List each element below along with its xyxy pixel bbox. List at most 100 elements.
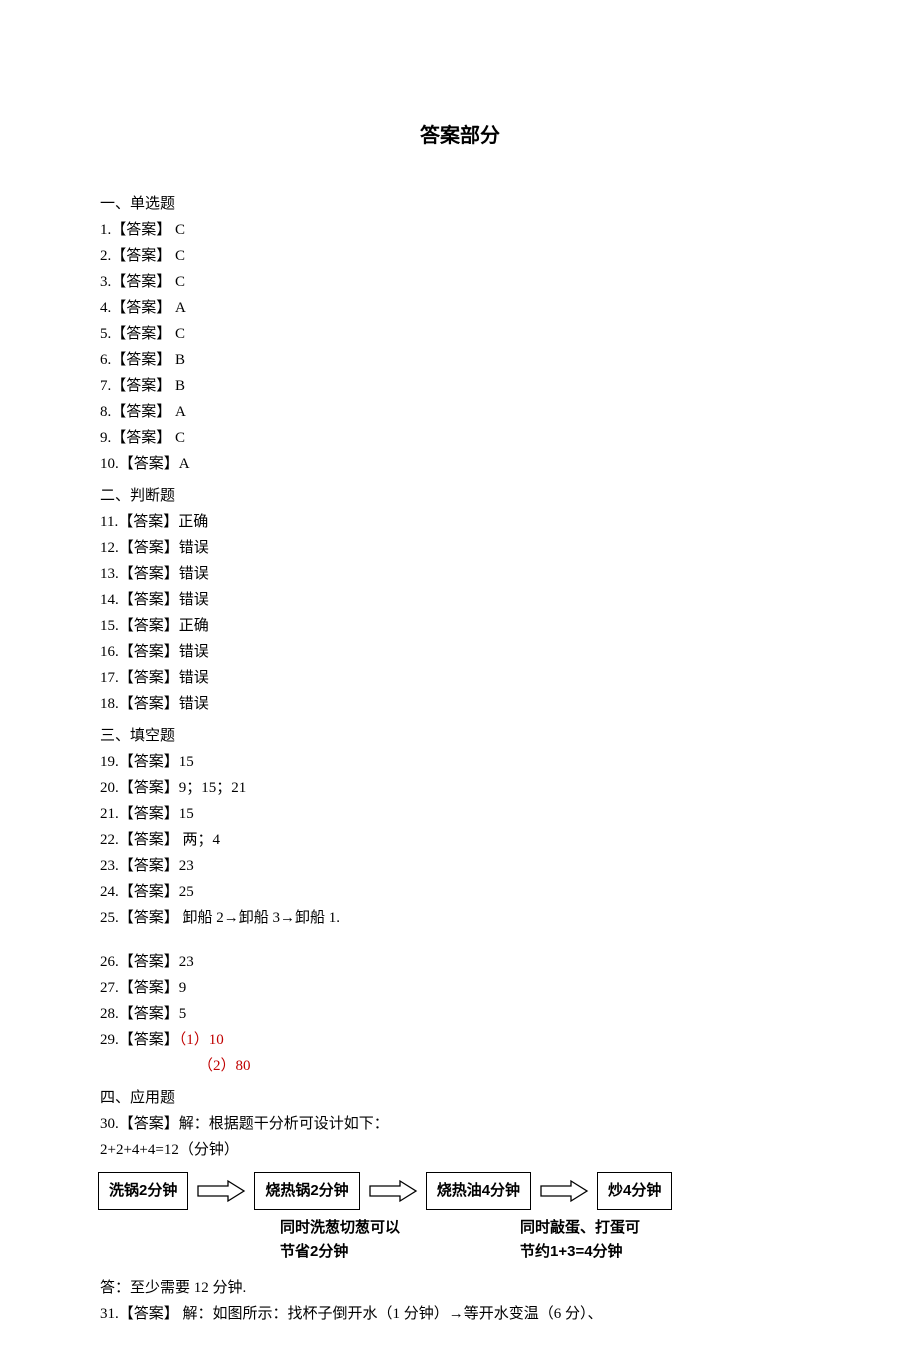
q30-note-2: 同时敲蛋、打蛋可 节约1+3=4分钟	[520, 1216, 640, 1264]
answer-value: 错误	[179, 670, 209, 686]
answer-value: 错误	[179, 696, 209, 712]
answer-label: 【答案】	[119, 566, 179, 582]
q-num: 17.	[100, 670, 119, 686]
q30-calc: 2+2+4+4=12（分钟）	[100, 1138, 820, 1162]
answer-q21: 21.【答案】15	[100, 802, 820, 826]
answer-label: 【答案】	[119, 1306, 179, 1322]
q-num: 9.	[100, 430, 111, 446]
answer-value: A	[171, 300, 186, 316]
note-line: 节约1+3=4分钟	[520, 1240, 640, 1264]
q-num: 25.	[100, 910, 119, 926]
answer-label: 【答案】	[111, 430, 171, 446]
answer-q14: 14.【答案】错误	[100, 588, 820, 612]
answer-label: 【答案】	[119, 618, 179, 634]
answer-value: 15	[179, 806, 194, 822]
q-num: 21.	[100, 806, 119, 822]
q-num: 23.	[100, 858, 119, 874]
answer-value: 正确	[179, 618, 209, 634]
answer-q30: 30.【答案】解：根据题干分析可设计如下：	[100, 1112, 820, 1136]
answer-value: 错误	[179, 540, 209, 556]
answer-q29-part2: （2）80	[100, 1054, 820, 1078]
answer-value: A	[179, 456, 190, 472]
answer-q31: 31.【答案】 解：如图所示：找杯子倒开水（1 分钟）→等开水变温（6 分）、	[100, 1302, 820, 1326]
answer-value: 卸船 2→卸船 3→卸船 1.	[179, 910, 340, 926]
answer-q27: 27.【答案】9	[100, 976, 820, 1000]
answer-value: 错误	[179, 592, 209, 608]
q-num: 20.	[100, 780, 119, 796]
q-num: 10.	[100, 456, 119, 472]
answer-label: 【答案】	[119, 884, 179, 900]
answer-value: C	[171, 248, 185, 264]
answer-label: 【答案】	[111, 378, 171, 394]
q-num: 24.	[100, 884, 119, 900]
answer-label: 【答案】	[119, 910, 179, 926]
section-1-heading: 一、单选题	[100, 192, 820, 216]
answer-q19: 19.【答案】15	[100, 750, 820, 774]
q-num: 14.	[100, 592, 119, 608]
answer-label: 【答案】	[119, 1032, 179, 1048]
flow-step-3: 烧热油4分钟	[426, 1172, 531, 1210]
q-num: 13.	[100, 566, 119, 582]
answer-q13: 13.【答案】错误	[100, 562, 820, 586]
note-line: 同时敲蛋、打蛋可	[520, 1216, 640, 1240]
answer-value: 25	[179, 884, 194, 900]
answer-label: 【答案】	[119, 592, 179, 608]
answer-label: 【答案】	[111, 222, 171, 238]
answer-value: 23	[179, 954, 194, 970]
answer-q18: 18.【答案】错误	[100, 692, 820, 716]
answer-q23: 23.【答案】23	[100, 854, 820, 878]
solution-prefix: 解：根据题干分析可设计如下：	[179, 1116, 389, 1132]
q-num: 31.	[100, 1306, 119, 1322]
section-2-heading: 二、判断题	[100, 484, 820, 508]
answer-label: 【答案】	[118, 514, 178, 530]
note-line: 同时洗葱切葱可以	[280, 1216, 400, 1240]
spacer	[100, 932, 820, 950]
answer-label: 【答案】	[111, 404, 171, 420]
q-num: 22.	[100, 832, 119, 848]
answer-q10: 10.【答案】A	[100, 452, 820, 476]
answer-label: 【答案】	[119, 858, 179, 874]
answer-label: 【答案】	[119, 754, 179, 770]
answer-q22: 22.【答案】 两；4	[100, 828, 820, 852]
answer-label: 【答案】	[119, 806, 179, 822]
q30-sublabels: 同时洗葱切葱可以 节省2分钟 同时敲蛋、打蛋可 节约1+3=4分钟	[280, 1216, 820, 1264]
q-num: 7.	[100, 378, 111, 394]
q30-final: 答：至少需要 12 分钟.	[100, 1276, 820, 1300]
q-num: 4.	[100, 300, 111, 316]
answer-value: C	[171, 326, 185, 342]
answer-value: 9	[179, 980, 187, 996]
q-num: 8.	[100, 404, 111, 420]
answer-label: 【答案】	[119, 954, 179, 970]
answer-value: 23	[179, 858, 194, 874]
answer-label: 【答案】	[119, 980, 179, 996]
q-num: 26.	[100, 954, 119, 970]
answer-value: C	[171, 222, 185, 238]
flow-step-2: 烧热锅2分钟	[254, 1172, 359, 1210]
q-num: 2.	[100, 248, 111, 264]
answer-q2: 2.【答案】 C	[100, 244, 820, 268]
answer-value-1: （1）10	[179, 1032, 224, 1048]
answer-q26: 26.【答案】23	[100, 950, 820, 974]
flow-step-4: 炒4分钟	[597, 1172, 672, 1210]
answer-q8: 8.【答案】 A	[100, 400, 820, 424]
answer-label: 【答案】	[119, 1116, 179, 1132]
section-4-heading: 四、应用题	[100, 1086, 820, 1110]
q-num: 29.	[100, 1032, 119, 1048]
answer-value: A	[171, 404, 186, 420]
arrow-icon	[539, 1178, 589, 1204]
answer-q7: 7.【答案】 B	[100, 374, 820, 398]
arrow-icon	[196, 1178, 246, 1204]
answer-value: 正确	[178, 514, 208, 530]
q-num: 27.	[100, 980, 119, 996]
answer-q16: 16.【答案】错误	[100, 640, 820, 664]
q-num: 15.	[100, 618, 119, 634]
answer-q6: 6.【答案】 B	[100, 348, 820, 372]
q-num: 3.	[100, 274, 111, 290]
arrow-icon	[368, 1178, 418, 1204]
answer-value: 错误	[179, 644, 209, 660]
answer-label: 【答案】	[111, 274, 171, 290]
answer-value: 15	[179, 754, 194, 770]
answer-q24: 24.【答案】25	[100, 880, 820, 904]
answer-value: B	[171, 378, 185, 394]
answer-q3: 3.【答案】 C	[100, 270, 820, 294]
